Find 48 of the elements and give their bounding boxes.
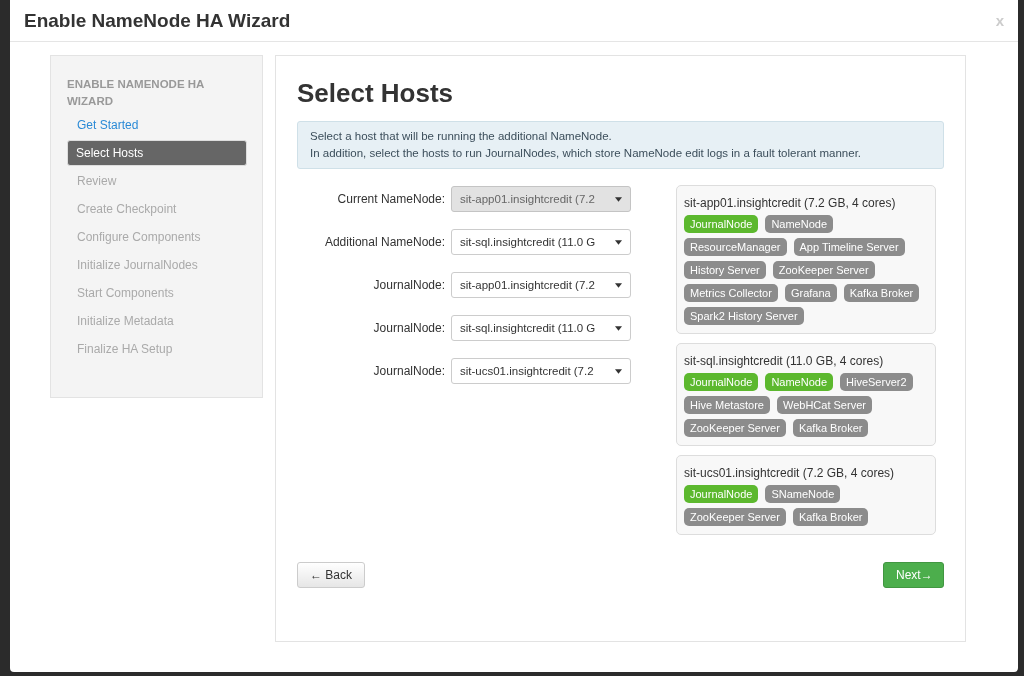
host-select: sit-app01.insightcredit (7.2 [451,186,631,212]
component-label: NameNode [765,215,833,233]
host-name: sit-app01.insightcredit (7.2 GB, 4 cores) [684,196,897,210]
component-label: Hive Metastore [684,396,770,414]
component-label: Grafana [784,284,837,302]
caret-icon [615,196,622,202]
component-label: Kafka Broker [792,508,869,526]
component-label: ZooKeeper Server [684,508,786,526]
host-select[interactable]: sit-ucs01.insightcredit (7.2 [451,358,631,384]
info-text: Select a host that will be running the additional NameNode. [310,129,613,144]
component-label: ZooKeeper Server [772,261,875,279]
step-item[interactable]: Get Started [67,112,246,138]
component-label: App Timeline Server [793,238,905,256]
component-label: History Server [684,261,766,279]
component-label: JournalNode [684,215,759,233]
back-button[interactable]: ← Back [297,562,365,588]
component-label: WebHCat Server [777,396,872,414]
component-label: Kafka Broker [843,284,920,302]
caret-icon [615,325,622,331]
caret-icon [615,368,622,374]
caret-icon [615,239,622,245]
caret-icon [615,282,622,288]
component-label: Spark2 History Server [684,307,804,325]
component-label: SNameNode [765,485,841,503]
step-item[interactable]: Select Hosts [67,140,247,166]
field-label: JournalNode: [373,278,445,292]
page-title: Select Hosts [297,78,455,109]
component-label: NameNode [765,373,833,391]
host-name: sit-sql.insightcredit (11.0 GB, 4 cores) [684,354,885,368]
host-select[interactable]: sit-sql.insightcredit (11.0 G [451,229,631,255]
host-name: sit-ucs01.insightcredit (7.2 GB, 4 cores) [684,466,896,480]
field-label: Current NameNode: [337,192,445,206]
component-label: Metrics Collector [684,284,778,302]
host-select[interactable]: sit-app01.insightcredit (7.2 [451,272,631,298]
sidebar-heading: ENABLE NAMENODE HA WIZARD [67,77,205,109]
host-select[interactable]: sit-sql.insightcredit (11.0 G [451,315,631,341]
component-label: ResourceManager [684,238,787,256]
component-label: JournalNode [684,373,759,391]
component-label: JournalNode [684,485,759,503]
field-label: JournalNode: [373,364,445,378]
window-title: Enable NameNode HA Wizard [24,9,291,32]
field-label: Additional NameNode: [324,235,445,249]
component-label: Kafka Broker [792,419,869,437]
next-button[interactable]: Next→ [883,562,944,588]
component-label: ZooKeeper Server [684,419,786,437]
component-label: HiveServer2 [840,373,913,391]
field-label: JournalNode: [373,321,445,335]
info-text: In addition, select the hosts to run JournalNodes, which store NameNode edit logs in a fault tolerant manner. [310,146,863,161]
